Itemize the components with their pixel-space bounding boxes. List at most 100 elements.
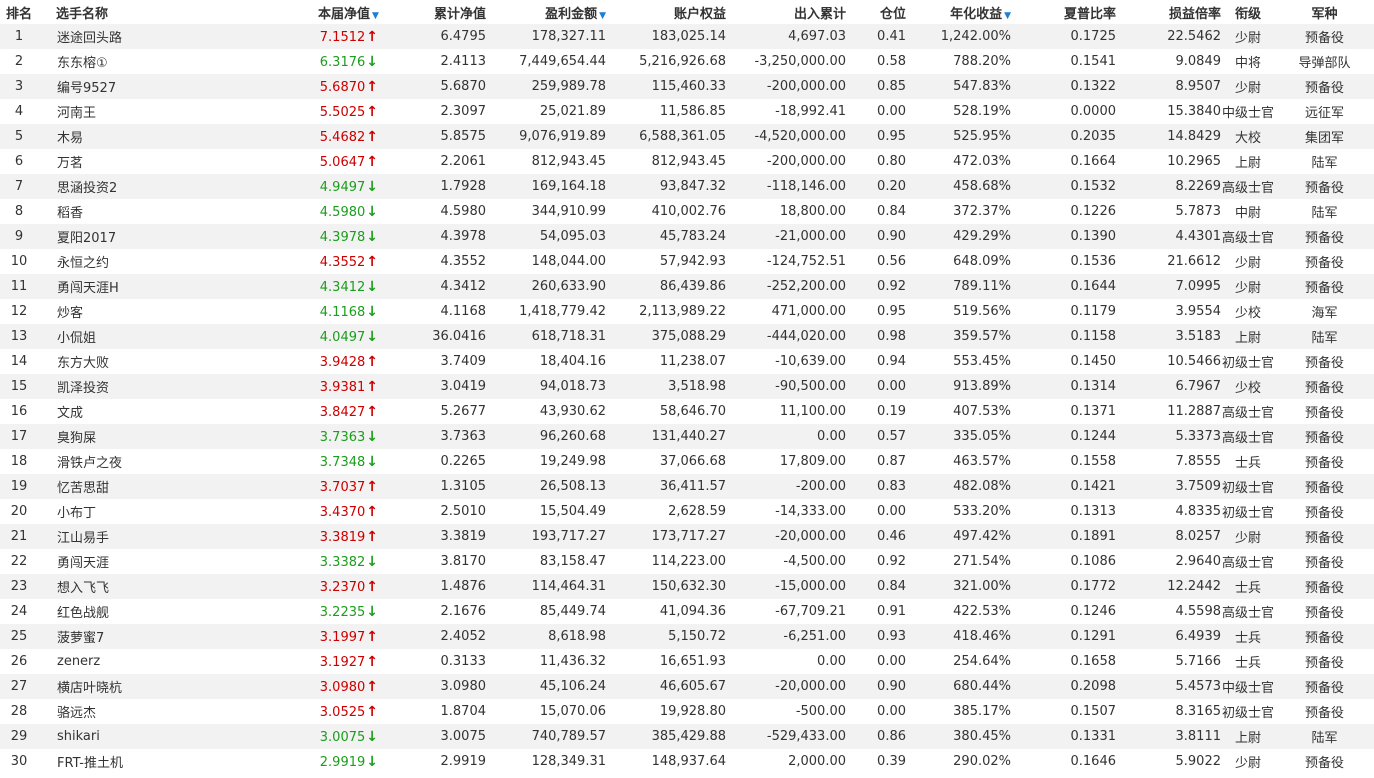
rank-title-cell: 上尉 xyxy=(1221,724,1275,749)
table-row[interactable]: 5 木易 5.4682↑ 5.8575 9,076,919.89 6,588,361.05… xyxy=(0,124,1374,149)
header-cum-nav: 累计净值 xyxy=(378,0,486,24)
name-cell[interactable]: 思涵投资2 xyxy=(38,174,318,199)
table-row[interactable]: 10 永恒之约 4.3552↑ 4.3552 148,044.00 57,942.93 -1… xyxy=(0,249,1374,274)
name-cell[interactable]: 万茗 xyxy=(38,149,318,174)
nav-cell: 2.9919↓ xyxy=(318,749,378,774)
name-cell[interactable]: 勇闯天涯 xyxy=(38,549,318,574)
name-cell[interactable]: 红色战舰 xyxy=(38,599,318,624)
name-cell[interactable]: 文成 xyxy=(38,399,318,424)
name-cell[interactable]: 凯泽投资 xyxy=(38,374,318,399)
name-cell[interactable]: shikari xyxy=(38,724,318,749)
name-cell[interactable]: 想入飞飞 xyxy=(38,574,318,599)
equity-cell: 410,002.76 xyxy=(606,199,726,224)
pl-ratio-cell: 8.9507 xyxy=(1116,74,1221,99)
table-row[interactable]: 7 思涵投资2 4.9497↓ 1.7928 169,164.18 93,847.32 -1… xyxy=(0,174,1374,199)
inout-cell: -252,200.00 xyxy=(726,274,846,299)
arrow-down-icon: ↓ xyxy=(366,428,378,445)
annual-cell: 407.53% xyxy=(906,399,1011,424)
name-cell[interactable]: 东东榕① xyxy=(38,49,318,74)
table-row[interactable]: 24 红色战舰 3.2235↓ 2.1676 85,449.74 41,094.36 -67… xyxy=(0,599,1374,624)
table-row[interactable]: 30 FRT-推土机 2.9919↓ 2.9919 128,349.31 148,937.… xyxy=(0,749,1374,774)
rank-cell: 23 xyxy=(0,574,38,599)
name-cell[interactable]: 东方大败 xyxy=(38,349,318,374)
name-cell[interactable]: FRT-推土机 xyxy=(38,749,318,774)
nav-cell: 4.3978↓ xyxy=(318,224,378,249)
branch-cell: 预备役 xyxy=(1275,674,1374,699)
header-profit[interactable]: 盈利金额 ▼ xyxy=(486,0,606,24)
table-row[interactable]: 23 想入飞飞 3.2370↑ 1.4876 114,464.31 150,632.30-… xyxy=(0,574,1374,599)
branch-cell: 预备役 xyxy=(1275,649,1374,674)
name-cell[interactable]: 江山易手 xyxy=(38,524,318,549)
annual-cell: 463.57% xyxy=(906,449,1011,474)
table-row[interactable]: 27 横店叶晓杭 3.0980↑ 3.0980 45,106.24 46,605.67 -2… xyxy=(0,674,1374,699)
cum-nav-cell: 2.2061 xyxy=(378,149,486,174)
rank-cell: 25 xyxy=(0,624,38,649)
equity-cell: 3,518.98 xyxy=(606,374,726,399)
branch-cell: 预备役 xyxy=(1275,349,1374,374)
nav-cell: 3.7037↑ xyxy=(318,474,378,499)
cum-nav-cell: 3.0980 xyxy=(378,674,486,699)
table-row[interactable]: 2 东东榕① 6.3176↓ 2.4113 7,449,654.44 5,216,926.… xyxy=(0,49,1374,74)
table-row[interactable]: 8 稻香 4.5980↓ 4.5980 344,910.99 410,002.76 18,8… xyxy=(0,199,1374,224)
position-cell: 0.80 xyxy=(846,149,906,174)
name-cell[interactable]: 勇闯天涯H xyxy=(38,274,318,299)
name-cell[interactable]: 菠萝蜜7 xyxy=(38,624,318,649)
table-row[interactable]: 17 臭狗屎 3.7363↓ 3.7363 96,260.68 131,440.27 0.0… xyxy=(0,424,1374,449)
profit-cell: 812,943.45 xyxy=(486,149,606,174)
table-row[interactable]: 22 勇闯天涯 3.3382↓ 3.8170 83,158.47 114,223.00 -4… xyxy=(0,549,1374,574)
annual-cell: 290.02% xyxy=(906,749,1011,774)
table-row[interactable]: 3 编号9527 5.6870↑ 5.6870 259,989.78 115,460.33… xyxy=(0,74,1374,99)
rank-title-cell: 士兵 xyxy=(1221,624,1275,649)
table-row[interactable]: 29 shikari 3.0075↓ 3.0075 740,789.57 385,429.… xyxy=(0,724,1374,749)
table-row[interactable]: 1 迷途回头路 7.1512↑ 6.4795 178,327.11 183,025.14 4… xyxy=(0,24,1374,49)
table-row[interactable]: 15 凯泽投资 3.9381↑ 3.0419 94,018.73 3,518.98 -90,… xyxy=(0,374,1374,399)
equity-cell: 46,605.67 xyxy=(606,674,726,699)
profit-cell: 148,044.00 xyxy=(486,249,606,274)
table-row[interactable]: 13 小侃姐 4.0497↓ 36.0416 618,718.31 375,088.29-… xyxy=(0,324,1374,349)
table-row[interactable]: 21 江山易手 3.3819↑ 3.3819 193,717.27 173,717.27-… xyxy=(0,524,1374,549)
table-row[interactable]: 9 夏阳2017 4.3978↓ 4.3978 54,095.03 45,783.24 -2… xyxy=(0,224,1374,249)
position-cell: 0.84 xyxy=(846,199,906,224)
inout-cell: -124,752.51 xyxy=(726,249,846,274)
branch-cell: 预备役 xyxy=(1275,249,1374,274)
name-cell[interactable]: 臭狗屎 xyxy=(38,424,318,449)
rank-cell: 29 xyxy=(0,724,38,749)
arrow-down-icon: ↓ xyxy=(366,753,378,770)
nav-cell: 3.9381↑ xyxy=(318,374,378,399)
name-cell[interactable]: zenerz xyxy=(38,649,318,674)
name-cell[interactable]: 河南王 xyxy=(38,99,318,124)
sort-desc-icon: ▼ xyxy=(599,10,606,21)
table-row[interactable]: 25 菠萝蜜7 3.1997↑ 2.4052 8,618.98 5,150.72 -6,25… xyxy=(0,624,1374,649)
table-row[interactable]: 14 东方大败 3.9428↑ 3.7409 18,404.16 11,238.07 -10… xyxy=(0,349,1374,374)
rank-cell: 9 xyxy=(0,224,38,249)
name-cell[interactable]: 永恒之约 xyxy=(38,249,318,274)
table-row[interactable]: 6 万茗 5.0647↑ 2.2061 812,943.45 812,943.45 -200… xyxy=(0,149,1374,174)
table-row[interactable]: 18 滑铁卢之夜 3.7348↓ 0.2265 19,249.98 37,066.68 17… xyxy=(0,449,1374,474)
rank-title-cell: 初级士官 xyxy=(1221,474,1275,499)
name-cell[interactable]: 小侃姐 xyxy=(38,324,318,349)
name-cell[interactable]: 木易 xyxy=(38,124,318,149)
table-row[interactable]: 16 文成 3.8427↑ 5.2677 43,930.62 58,646.70 11,10… xyxy=(0,399,1374,424)
profit-cell: 344,910.99 xyxy=(486,199,606,224)
table-row[interactable]: 12 炒客 4.1168↓ 4.1168 1,418,779.42 2,113,989.2… xyxy=(0,299,1374,324)
name-cell[interactable]: 迷途回头路 xyxy=(38,24,318,49)
name-cell[interactable]: 夏阳2017 xyxy=(38,224,318,249)
name-cell[interactable]: 滑铁卢之夜 xyxy=(38,449,318,474)
header-annual[interactable]: 年化收益 ▼ xyxy=(906,0,1011,24)
table-row[interactable]: 26 zenerz 3.1927↑ 0.3133 11,436.32 16,651.93 0… xyxy=(0,649,1374,674)
cum-nav-cell: 4.1168 xyxy=(378,299,486,324)
name-cell[interactable]: 骆远杰 xyxy=(38,699,318,724)
name-cell[interactable]: 横店叶晓杭 xyxy=(38,674,318,699)
table-row[interactable]: 20 小布丁 3.4370↑ 2.5010 15,504.49 2,628.59 -14,3… xyxy=(0,499,1374,524)
table-row[interactable]: 28 骆远杰 3.0525↑ 1.8704 15,070.06 19,928.80 -500… xyxy=(0,699,1374,724)
name-cell[interactable]: 忆苦思甜 xyxy=(38,474,318,499)
table-row[interactable]: 11 勇闯天涯H 4.3412↓ 4.3412 260,633.90 86,439.86-… xyxy=(0,274,1374,299)
name-cell[interactable]: 炒客 xyxy=(38,299,318,324)
name-cell[interactable]: 稻香 xyxy=(38,199,318,224)
table-row[interactable]: 4 河南王 5.5025↑ 2.3097 25,021.89 11,586.85 -18,9… xyxy=(0,99,1374,124)
table-row[interactable]: 19 忆苦思甜 3.7037↑ 1.3105 26,508.13 36,411.57 -20… xyxy=(0,474,1374,499)
header-nav[interactable]: 本届净值 ▼ xyxy=(318,0,379,24)
nav-cell: 4.3552↑ xyxy=(318,249,378,274)
name-cell[interactable]: 编号9527 xyxy=(38,74,318,99)
name-cell[interactable]: 小布丁 xyxy=(38,499,318,524)
